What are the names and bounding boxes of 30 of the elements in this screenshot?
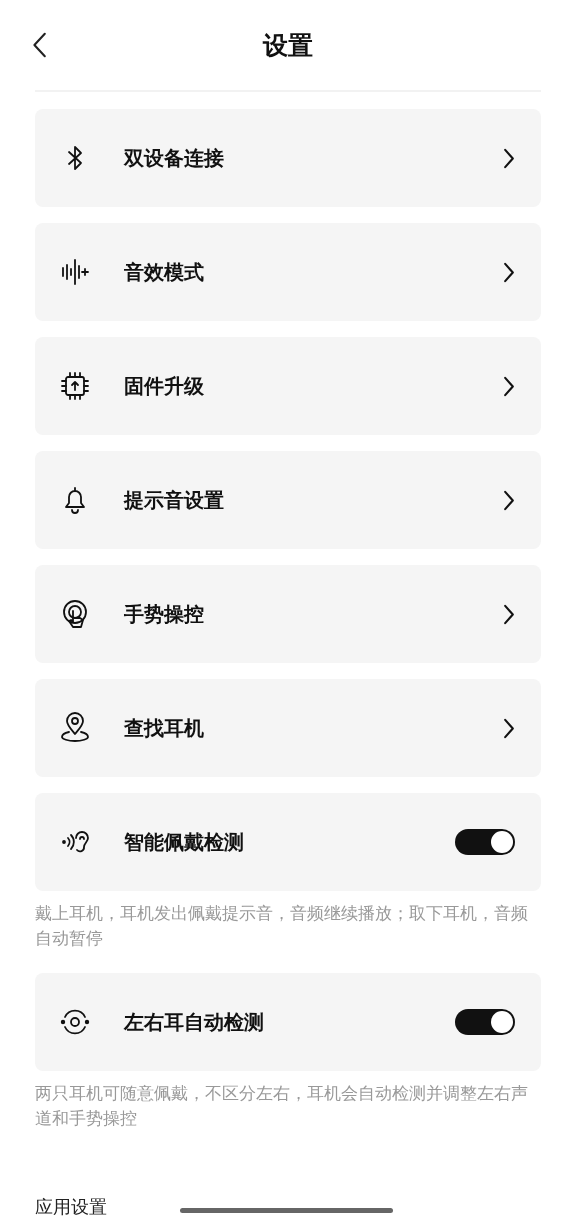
location-pin-icon [59, 712, 91, 744]
section-title: 应用设置 [35, 1196, 107, 1218]
item-label: 智能佩戴检测 [124, 828, 245, 856]
description-text: 戴上耳机，耳机发出佩戴提示音，音频继续播放；取下耳机，音频自动暂停 [35, 902, 529, 950]
chip-icon [59, 370, 91, 402]
item-label: 固件升级 [124, 372, 205, 400]
chevron-icon [503, 489, 515, 511]
menu-item[interactable]: 查找耳机 [35, 679, 541, 777]
toggle-switch[interactable] [455, 829, 515, 855]
item-label: 手势操控 [124, 600, 205, 628]
menu-item[interactable]: 固件升级 [35, 337, 541, 435]
item-label: 音效模式 [124, 258, 205, 286]
chevron-icon [503, 603, 515, 625]
toggle-switch[interactable] [455, 1009, 515, 1035]
chevron-icon [503, 375, 515, 397]
waveform-icon [59, 256, 91, 288]
menu-item[interactable]: 提示音设置 [35, 451, 541, 549]
back-icon[interactable] [32, 30, 48, 60]
menu-item[interactable]: 双设备连接 [35, 109, 541, 207]
item-label: 提示音设置 [124, 486, 225, 514]
menu-item[interactable]: 音效模式 [35, 223, 541, 321]
item-label: 查找耳机 [124, 714, 205, 742]
page-title: 设置 [263, 29, 313, 62]
chevron-icon [503, 147, 515, 169]
description-text: 两只耳机可随意佩戴，不区分左右，耳机会自动检测并调整左右声道和手势操控 [35, 1082, 529, 1130]
item-label: 左右耳自动检测 [124, 1008, 265, 1036]
item-label: 双设备连接 [124, 144, 225, 172]
menu-item[interactable]: 手势操控 [35, 565, 541, 663]
chevron-icon [503, 261, 515, 283]
chevron-icon [503, 717, 515, 739]
